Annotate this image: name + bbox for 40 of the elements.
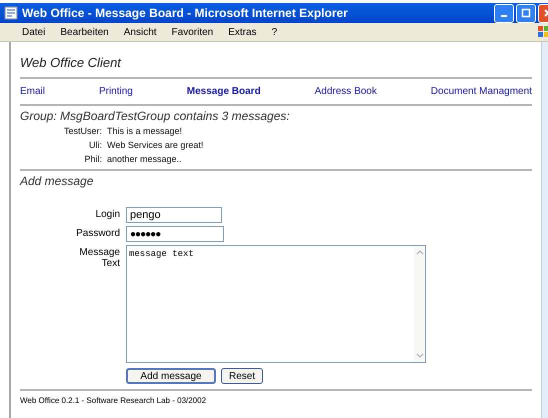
footer-text: Web Office 0.2.1 - Software Research Lab - 03/2002 (20, 395, 208, 407)
menu-item[interactable]: Ansicht (124, 26, 157, 38)
login-field[interactable]: pengo (126, 207, 222, 223)
browser-icon (4, 6, 18, 20)
field-label: Password (75, 227, 120, 239)
nav-link[interactable]: Email (20, 86, 46, 97)
maximize-icon (521, 8, 531, 18)
menu-item[interactable]: Bearbeiten (60, 26, 109, 38)
message-author: Phil: (83, 154, 102, 164)
nav-link[interactable]: Message Board (186, 86, 261, 97)
window-title: Web Office - Message Board - Microsoft Internet Explorer (22, 6, 349, 20)
group-heading: Group: MsgBoardTestGroup contains 3 messages: (20, 108, 291, 125)
nav-link[interactable]: Address Book (314, 86, 377, 97)
message-author: Uli: (88, 140, 102, 150)
message-author: TestUser: (62, 126, 102, 136)
windows-logo-icon (537, 25, 548, 39)
maximize-button[interactable] (516, 4, 536, 22)
form-button[interactable]: Reset (221, 368, 264, 384)
menu-item[interactable]: Favoriten (172, 26, 214, 38)
nav-link[interactable]: Printing (98, 86, 133, 97)
form-button[interactable]: Add message (126, 368, 216, 384)
password-field[interactable]: ●●●●●● (126, 226, 224, 242)
form-heading: Add message (20, 173, 94, 190)
message-field[interactable]: message text (126, 245, 426, 363)
page-title: Web Office Client (20, 54, 122, 72)
textarea-scrollbar[interactable] (414, 246, 425, 362)
message-text: Web Services are great! (107, 140, 204, 150)
message-text: another message.. (107, 154, 183, 164)
menu-item[interactable]: Extras (228, 26, 257, 38)
minimize-icon (501, 15, 507, 17)
field-label: Login (94, 208, 120, 220)
nav-link[interactable]: Document Managment (430, 86, 532, 97)
menu-item[interactable]: Datei (22, 26, 46, 38)
scrollbar[interactable] (541, 42, 548, 418)
scroll-down-icon[interactable] (416, 353, 424, 358)
minimize-button[interactable] (494, 4, 514, 22)
message-text: This is a message! (107, 126, 184, 136)
menu-item[interactable]: ? (272, 26, 278, 38)
field-label: Message Text (78, 246, 120, 269)
scroll-up-icon[interactable] (416, 250, 424, 255)
